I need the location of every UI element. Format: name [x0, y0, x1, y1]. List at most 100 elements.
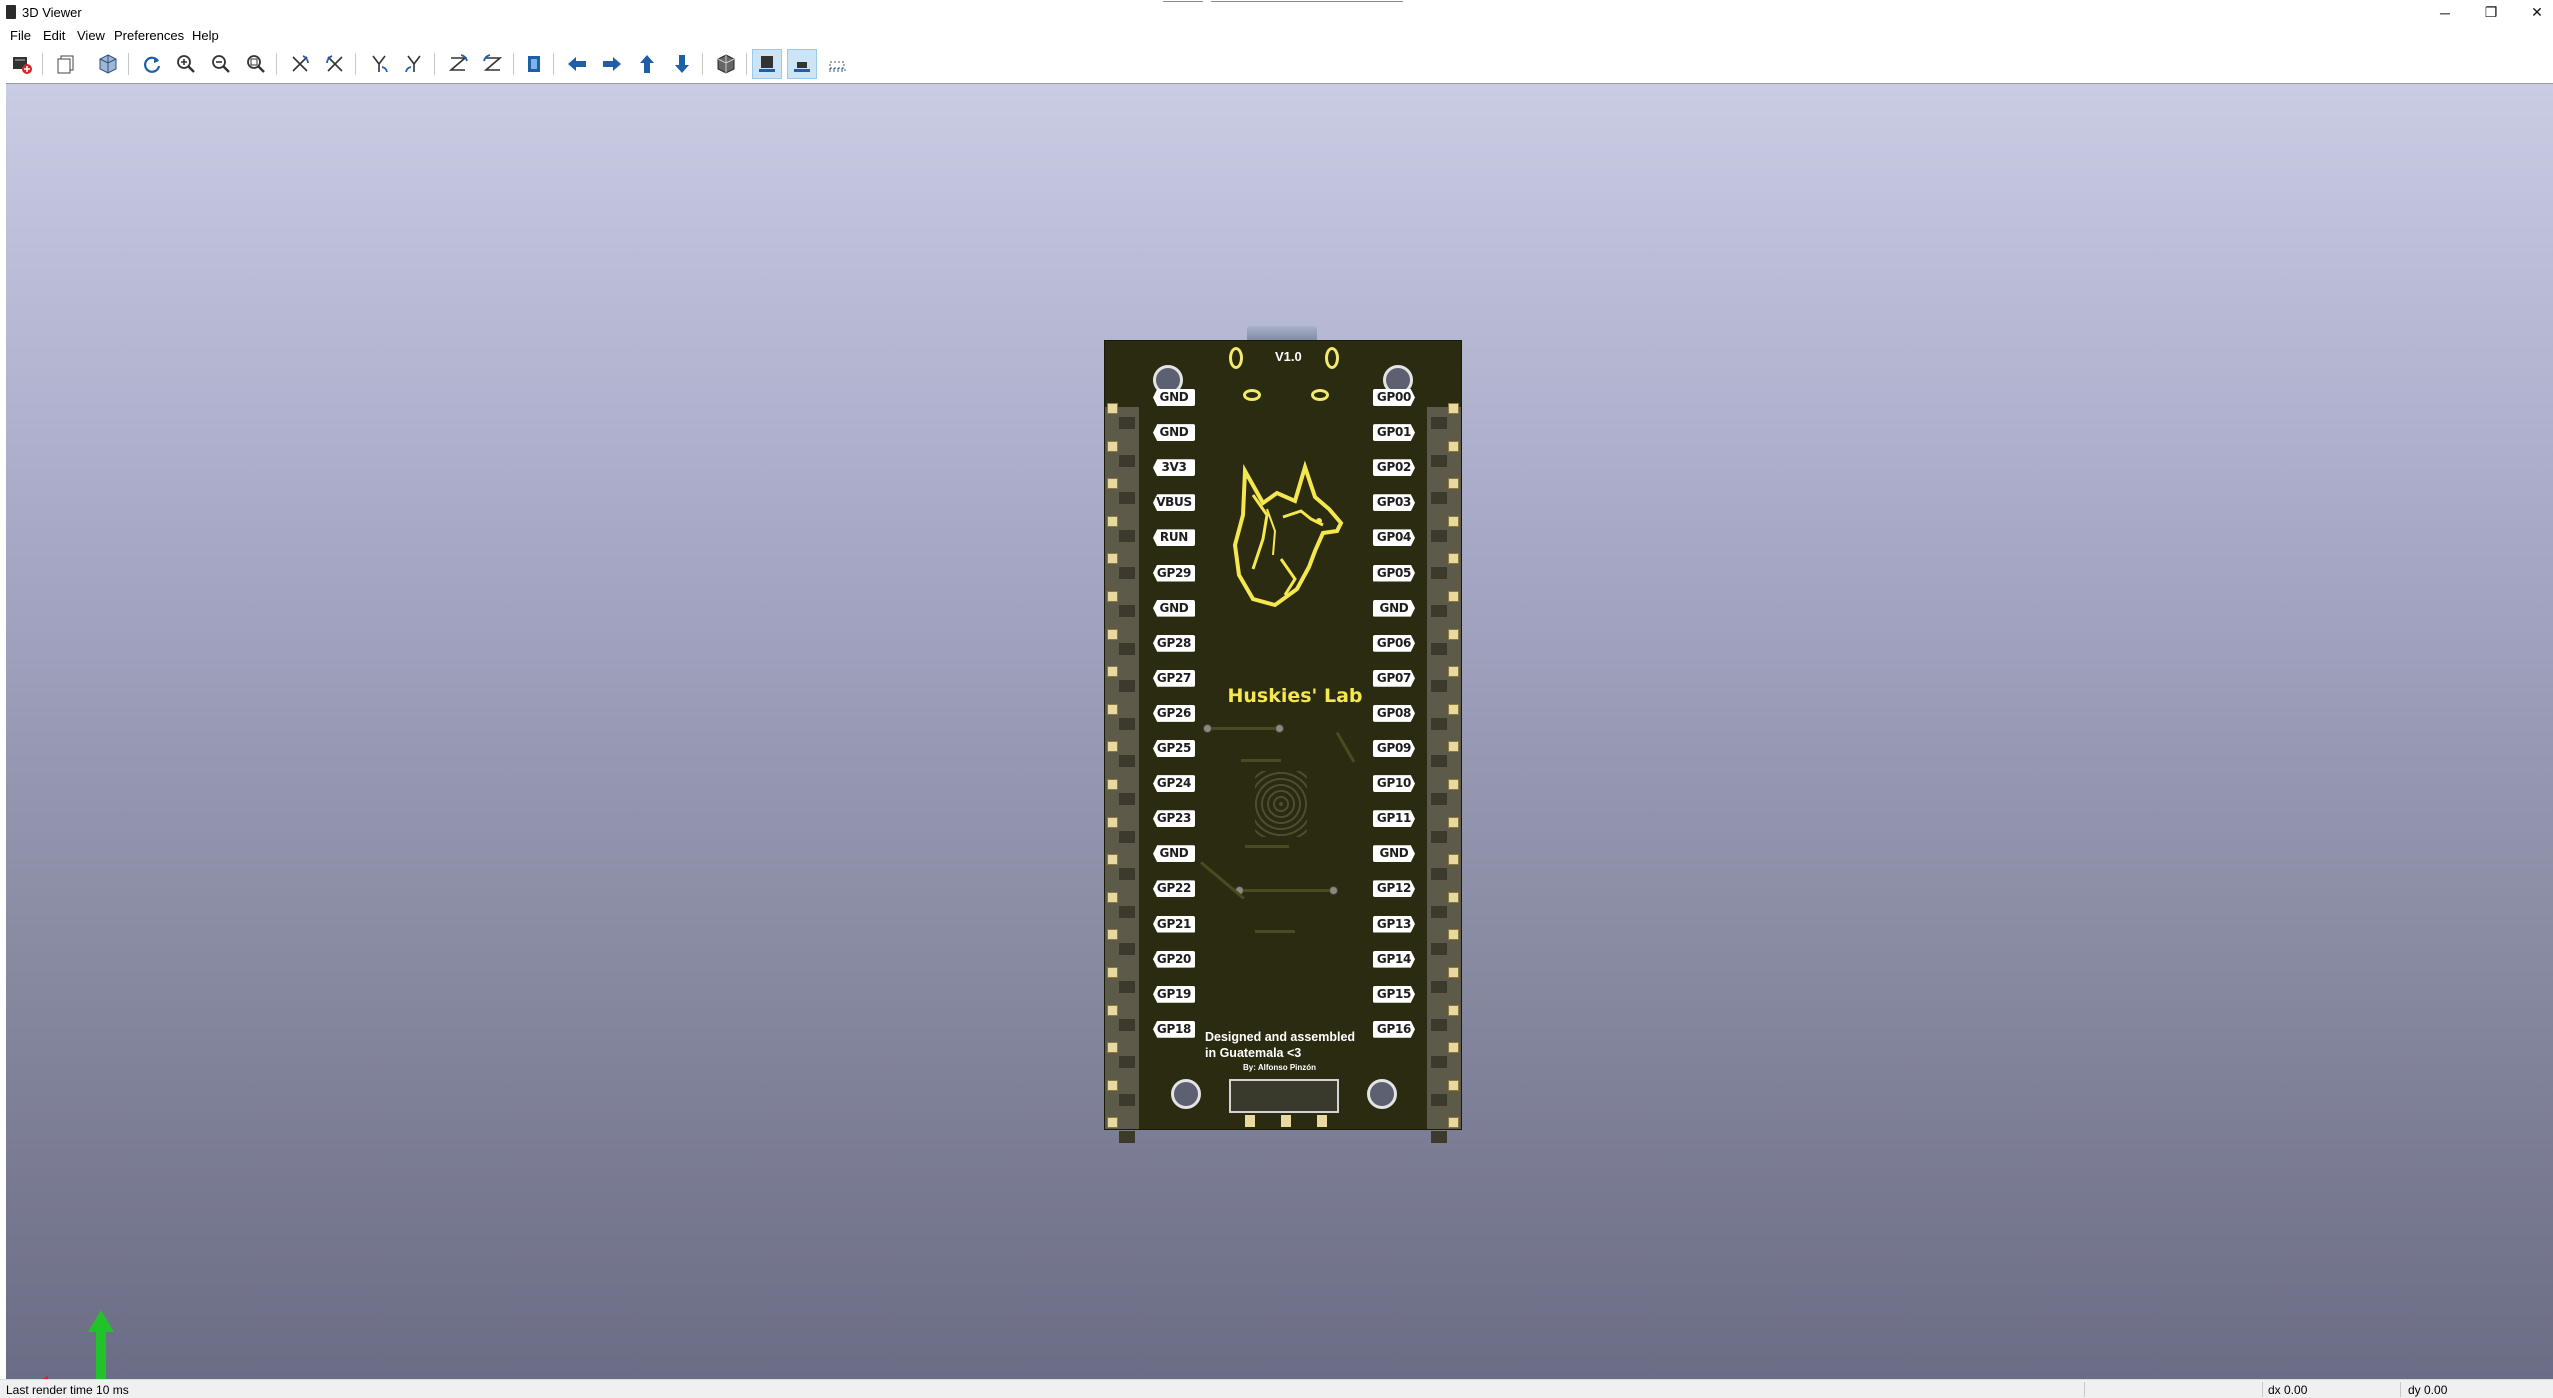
husky-logo [1232, 460, 1344, 608]
header-pin [1107, 741, 1118, 753]
zoom-out-icon [212, 55, 230, 73]
header-pin-body [1119, 454, 1135, 467]
app-icon [6, 5, 16, 19]
rotate-z-cw-tool[interactable] [443, 49, 473, 79]
menu-view[interactable]: View [77, 28, 105, 43]
header-pin-body [1431, 1018, 1447, 1031]
header-pin [1448, 967, 1459, 978]
move-right-tool[interactable] [597, 49, 627, 79]
dy-readout: dy 0.00 [2408, 1383, 2448, 1397]
header-pin [1448, 1004, 1459, 1016]
pin-label-right: GP09 [1373, 740, 1415, 757]
header-pin-body [1119, 529, 1135, 542]
pin-label-right: GP15 [1373, 985, 1415, 1003]
pin-label-right: GND [1373, 845, 1415, 863]
rotate-y-ccw-icon [405, 55, 421, 73]
pin-label-right: GP10 [1373, 775, 1415, 793]
pin-label-right: GP14 [1373, 950, 1415, 968]
rotate-y-ccw-tool[interactable] [399, 49, 429, 79]
show-tht-tool[interactable] [787, 49, 817, 79]
reload-board-tool[interactable] [7, 49, 37, 79]
rotate-x-cw-icon [292, 55, 309, 72]
header-pin-body [1431, 1056, 1447, 1069]
move-up-tool[interactable] [632, 49, 662, 79]
header-pin [1107, 591, 1118, 602]
rotate-x-ccw-tool[interactable] [320, 49, 350, 79]
header-pin [1107, 816, 1118, 828]
header-pin-body [1431, 830, 1447, 843]
pin-label-left: GP20 [1153, 950, 1195, 968]
header-pin-body [1431, 605, 1447, 617]
header-pin [1107, 967, 1118, 978]
move-left-tool[interactable] [562, 49, 592, 79]
header-pin [1107, 478, 1118, 490]
close-button[interactable]: ✕ [2514, 0, 2553, 25]
pin-label-left: GP19 [1153, 985, 1195, 1003]
pin-label-left: RUN [1153, 529, 1195, 547]
header-pin [1107, 1042, 1118, 1054]
render-options-tool[interactable] [711, 49, 741, 79]
flip-board-tool[interactable] [519, 49, 549, 79]
via [1275, 724, 1284, 733]
pin-label-left: GP23 [1153, 810, 1195, 828]
connector-pin [1245, 1115, 1255, 1127]
3d-canvas[interactable]: V1.0 Huskies' Lab Designed and assembled… [6, 83, 2553, 1380]
menu-help[interactable]: Help [192, 28, 219, 43]
menu-preferences[interactable]: Preferences [114, 28, 184, 43]
connector-pin [1281, 1115, 1291, 1127]
mounting-hole [1367, 1079, 1397, 1109]
copy-image-icon [57, 55, 74, 74]
pin-label-left: GND [1153, 424, 1195, 442]
rotate-x-cw-tool[interactable] [285, 49, 315, 79]
move-down-tool[interactable] [667, 49, 697, 79]
header-pin [1448, 703, 1459, 715]
header-pin [1107, 703, 1118, 715]
header-pin-body [1119, 1056, 1135, 1069]
pin-label-right: GP11 [1373, 810, 1415, 828]
raytrace-tool[interactable] [93, 49, 123, 79]
header-pin [1107, 515, 1118, 527]
virtual-components-icon [828, 61, 846, 72]
title-decoration [1163, 1, 1203, 2]
header-pin-body [1119, 943, 1135, 956]
header-pin-body [1119, 492, 1135, 505]
menu-edit[interactable]: Edit [43, 28, 65, 43]
version-label: V1.0 [1275, 349, 1302, 364]
zoom-in-tool[interactable] [171, 49, 201, 79]
toolbar-separator [702, 53, 703, 75]
toolbar-separator [434, 53, 435, 75]
cube-shaded-icon [99, 54, 117, 74]
toolbar-separator [513, 53, 514, 75]
show-virtual-tool[interactable] [822, 49, 852, 79]
zoom-fit-icon [247, 55, 265, 73]
show-smd-tool[interactable] [752, 49, 782, 79]
zoom-out-tool[interactable] [206, 49, 236, 79]
pin-label-left: GP28 [1153, 634, 1195, 652]
header-pin [1448, 403, 1459, 414]
header-pin [1107, 628, 1118, 640]
header-pin-body [1431, 642, 1447, 655]
credit-line-1: Designed and assembled [1205, 1030, 1356, 1044]
minimize-button[interactable]: ─ [2422, 0, 2468, 25]
header-pin-body [1119, 605, 1135, 617]
usb-slot-pad [1229, 347, 1243, 369]
copy-image-tool[interactable] [51, 49, 81, 79]
header-pin [1448, 816, 1459, 828]
redraw-tool[interactable] [137, 49, 167, 79]
header-pin-body [1431, 567, 1447, 580]
pin-label-right: GP01 [1373, 424, 1415, 442]
zoom-fit-tool[interactable] [241, 49, 271, 79]
header-pin-body [1431, 1093, 1447, 1106]
header-pin [1107, 1117, 1118, 1129]
pin-label-right: GP13 [1373, 915, 1415, 933]
3d-viewer-window: 3D Viewer ─ ❐ ✕ File Edit View Preferenc… [0, 0, 2553, 1398]
rotate-y-cw-tool[interactable] [364, 49, 394, 79]
header-pin [1448, 591, 1459, 602]
header-pin-body [1431, 454, 1447, 467]
rotate-z-ccw-tool[interactable] [478, 49, 508, 79]
header-pin [1448, 1079, 1459, 1091]
menu-file[interactable]: File [10, 28, 31, 43]
right-pin-header [1427, 403, 1461, 1144]
restore-button[interactable]: ❐ [2468, 0, 2514, 25]
header-pin [1107, 1004, 1118, 1016]
